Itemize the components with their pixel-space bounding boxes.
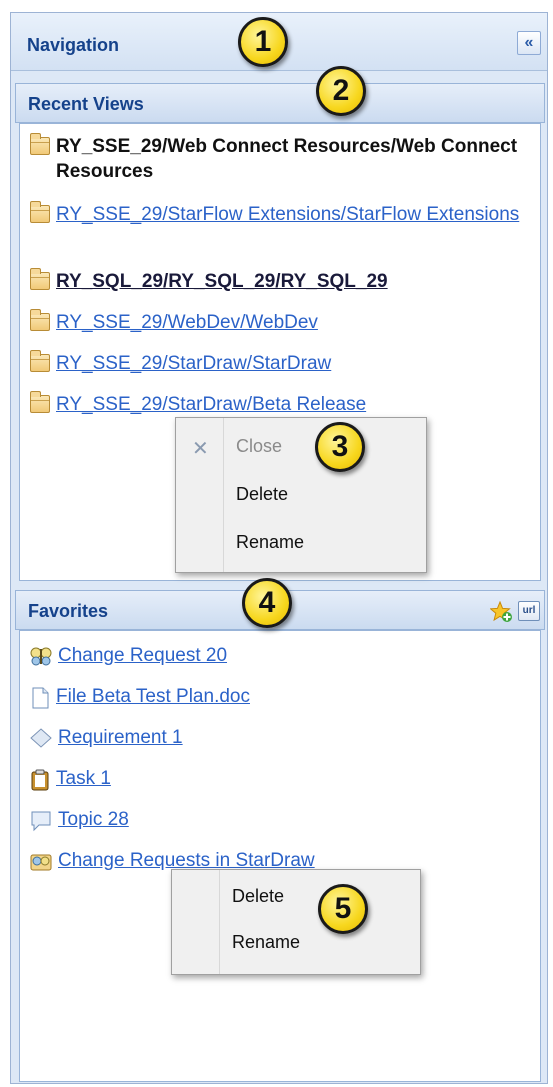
change-request-icon: [30, 646, 52, 671]
collapse-panel-button[interactable]: «: [517, 31, 541, 55]
menu-item-delete[interactable]: Delete: [236, 484, 288, 505]
recent-view-item[interactable]: RY_SSE_29/StarFlow Extensions/StarFlow E…: [30, 201, 536, 227]
folder-icon: [30, 309, 50, 331]
favorites-context-menu: Delete Rename: [171, 869, 421, 975]
favorite-link[interactable]: Requirement 1: [58, 725, 183, 750]
folder-icon: [30, 391, 50, 413]
close-x-icon: ✕: [192, 438, 209, 460]
recent-view-item[interactable]: RY_SSE_29/WebDev/WebDev: [30, 309, 536, 335]
recent-views-context-menu: ✕ Close Delete Rename: [175, 417, 427, 573]
task-icon: [30, 769, 50, 796]
recent-view-item[interactable]: RY_SQL_29/RY_SQL_29/RY_SQL_29: [30, 268, 536, 294]
folder-icon: [30, 350, 50, 372]
callout-2: 2: [316, 66, 366, 116]
callout-5: 5: [318, 884, 368, 934]
recent-view-link[interactable]: RY_SQL_29/RY_SQL_29/RY_SQL_29: [56, 269, 536, 294]
recent-views-title: Recent Views: [28, 94, 144, 114]
favorite-link[interactable]: File Beta Test Plan.doc: [56, 684, 250, 709]
favorite-item[interactable]: Topic 28: [30, 807, 129, 837]
recent-view-item[interactable]: RY_SSE_29/StarDraw/Beta Release: [30, 391, 536, 417]
document-icon: [30, 687, 50, 714]
recent-view-link[interactable]: RY_SSE_29/StarDraw/StarDraw: [56, 351, 536, 376]
favorites-toolbar: url: [489, 600, 540, 623]
recent-views-header[interactable]: Recent Views: [15, 83, 545, 123]
menu-icon-gutter: [172, 870, 220, 974]
menu-item-rename[interactable]: Rename: [232, 932, 300, 953]
menu-item-delete[interactable]: Delete: [232, 886, 284, 907]
requirement-icon: [30, 728, 52, 753]
add-url-icon[interactable]: url: [518, 601, 540, 621]
folder-icon: [30, 133, 50, 155]
folder-icon: [30, 201, 50, 223]
favorite-item[interactable]: Requirement 1: [30, 725, 183, 753]
menu-item-close[interactable]: Close: [236, 436, 282, 457]
navigation-panel: Navigation « Recent Views RY_SSE_29/Web …: [10, 12, 548, 1084]
recent-view-link[interactable]: RY_SSE_29/WebDev/WebDev: [56, 310, 536, 335]
callout-1: 1: [238, 17, 288, 67]
favorite-item[interactable]: File Beta Test Plan.doc: [30, 684, 250, 714]
recent-view-link[interactable]: RY_SSE_29/Web Connect Resources/Web Conn…: [56, 134, 536, 184]
callout-3: 3: [315, 422, 365, 472]
recent-view-link[interactable]: RY_SSE_29/StarFlow Extensions/StarFlow E…: [56, 202, 536, 227]
favorite-item[interactable]: Change Request 20: [30, 643, 227, 671]
favorite-item[interactable]: Task 1: [30, 766, 111, 796]
menu-item-rename[interactable]: Rename: [236, 532, 304, 553]
favorite-link[interactable]: Change Request 20: [58, 643, 227, 668]
query-folder-icon: [30, 851, 52, 876]
recent-view-item[interactable]: RY_SSE_29/Web Connect Resources/Web Conn…: [30, 133, 536, 184]
recent-view-item[interactable]: RY_SSE_29/StarDraw/StarDraw: [30, 350, 536, 376]
recent-view-link[interactable]: RY_SSE_29/StarDraw/Beta Release: [56, 392, 536, 417]
add-favorite-star-icon[interactable]: [489, 600, 512, 623]
navigation-title: Navigation: [27, 35, 120, 55]
topic-icon: [30, 810, 52, 837]
favorite-link[interactable]: Task 1: [56, 766, 111, 791]
favorites-title: Favorites: [28, 601, 109, 621]
callout-4: 4: [242, 578, 292, 628]
folder-icon: [30, 268, 50, 290]
favorites-list: Change Request 20 File Beta Test Plan.do…: [19, 630, 541, 1082]
favorite-link[interactable]: Topic 28: [58, 807, 129, 832]
